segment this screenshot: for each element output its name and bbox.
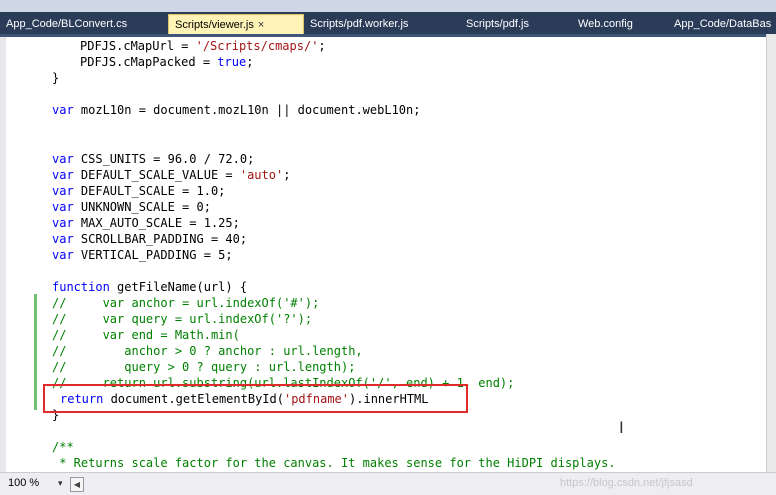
code-line: PDFJS.cMapPacked = true;	[80, 54, 253, 70]
code-line: function getFileName(url) {	[52, 279, 247, 295]
tab-label: Web.config	[578, 18, 633, 30]
code-line: var mozL10n = document.mozL10n || docume…	[52, 102, 420, 118]
comment-line: * Returns scale factor for the canvas. I…	[52, 456, 616, 470]
code-text: MAX_AUTO_SCALE = 1.25;	[73, 216, 240, 230]
code-text: ;	[283, 168, 291, 182]
scroll-left-button[interactable]: ◀	[70, 477, 84, 492]
change-marker	[34, 294, 37, 310]
comment-line: // query > 0 ? query : url.length);	[52, 360, 356, 374]
comment-line: // var anchor = url.indexOf('#');	[52, 296, 320, 310]
tab-pdf-worker-js[interactable]: Scripts/pdf.worker.js	[304, 14, 460, 34]
code-text: PDFJS.cMapPacked =	[80, 55, 218, 69]
tab-databas[interactable]: App_Code/DataBas	[668, 14, 776, 34]
keyword: var	[52, 216, 74, 230]
window-title-strip	[0, 0, 776, 12]
tab-viewer-js[interactable]: Scripts/viewer.js ×	[168, 14, 304, 34]
keyword: var	[52, 152, 74, 166]
document-tab-bar: App_Code/BLConvert.cs Scripts/viewer.js ×…	[0, 12, 776, 34]
code-text: CSS_UNITS = 96.0 / 72.0;	[73, 152, 255, 166]
code-line: var CSS_UNITS = 96.0 / 72.0;	[52, 151, 254, 167]
tab-label: App_Code/DataBas	[674, 18, 772, 30]
string-literal: '/Scripts/cmaps/'	[195, 39, 319, 53]
comment-line: // var end = Math.min(	[52, 328, 240, 342]
close-icon[interactable]: ×	[258, 15, 264, 34]
comment-line: // anchor > 0 ? anchor : url.length,	[52, 344, 363, 358]
code-text: UNKNOWN_SCALE = 0;	[73, 200, 211, 214]
code-text: SCROLLBAR_PADDING = 40;	[73, 232, 248, 246]
code-text: mozL10n = document.mozL10n || document.w…	[73, 103, 421, 117]
code-text: VERTICAL_PADDING = 5;	[73, 248, 233, 262]
tab-web-config[interactable]: Web.config	[572, 14, 668, 34]
code-text: ;	[318, 39, 326, 53]
code-text: DEFAULT_SCALE = 1.0;	[73, 184, 226, 198]
tab-label: Scripts/pdf.js	[466, 18, 529, 30]
tab-label: Scripts/viewer.js	[175, 19, 254, 31]
code-line: PDFJS.cMapUrl = '/Scripts/cmaps/';	[80, 38, 326, 54]
highlight-annotation-box	[43, 384, 468, 413]
comment-line: /**	[52, 440, 74, 454]
keyword: var	[52, 103, 74, 117]
code-line: var DEFAULT_SCALE_VALUE = 'auto';	[52, 167, 290, 183]
keyword: var	[52, 248, 74, 262]
code-text: DEFAULT_SCALE_VALUE =	[73, 168, 240, 182]
keyword: var	[52, 184, 74, 198]
change-marker	[34, 310, 37, 410]
editor-status-bar: 100 % ▾ ◀ https://blog.csdn.net/jfjsasd	[0, 472, 776, 495]
zoom-level[interactable]: 100 %	[8, 477, 39, 489]
string-literal: 'auto'	[239, 168, 284, 182]
chevron-down-icon[interactable]: ▾	[58, 478, 63, 489]
text-cursor-icon: I	[619, 418, 624, 437]
tab-label: App_Code/BLConvert.cs	[6, 18, 128, 30]
tab-pdf-js[interactable]: Scripts/pdf.js	[460, 14, 572, 34]
keyword: function	[52, 280, 110, 294]
keyword: true	[217, 55, 247, 69]
code-line: var DEFAULT_SCALE = 1.0;	[52, 183, 225, 199]
comment-line: // var query = url.indexOf('?');	[52, 312, 313, 326]
editor-margin	[0, 34, 6, 472]
code-line: var VERTICAL_PADDING = 5;	[52, 247, 233, 263]
code-line: var SCROLLBAR_PADDING = 40;	[52, 231, 247, 247]
code-line: var MAX_AUTO_SCALE = 1.25;	[52, 215, 240, 231]
tab-blconvert[interactable]: App_Code/BLConvert.cs	[0, 14, 168, 34]
code-line: var UNKNOWN_SCALE = 0;	[52, 199, 211, 215]
tab-label: Scripts/pdf.worker.js	[310, 18, 409, 30]
watermark: https://blog.csdn.net/jfjsasd	[560, 477, 693, 489]
keyword: var	[52, 168, 74, 182]
editor-top-border	[0, 34, 766, 37]
keyword: var	[52, 232, 74, 246]
vertical-scrollbar[interactable]	[766, 34, 776, 472]
code-text: ;	[246, 55, 254, 69]
code-line: }	[52, 71, 60, 85]
code-text: getFileName(url) {	[109, 280, 248, 294]
code-text: PDFJS.cMapUrl =	[80, 39, 196, 53]
keyword: var	[52, 200, 74, 214]
